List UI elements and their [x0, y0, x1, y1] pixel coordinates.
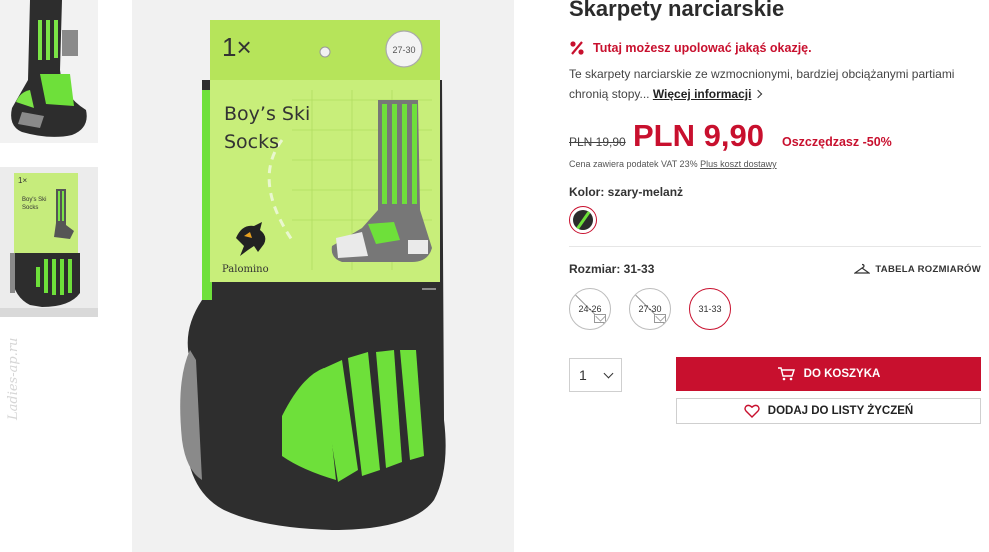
size-option-label: 31-33 [698, 304, 722, 314]
pack-count: 1× [222, 32, 252, 62]
main-product-image[interactable]: 1× 27-30 Boy’s Ski Socks Palomino [132, 0, 514, 552]
watermark-text: Ladies-ap.ru [6, 337, 21, 420]
size-option-27-30[interactable]: 27-30 [629, 288, 671, 330]
size-table-label: TABELA ROZMIARÓW [875, 263, 981, 275]
quantity-value: 1 [579, 367, 587, 383]
color-swatch-szary-melanz[interactable] [569, 206, 597, 234]
size-option-label: 24-26 [578, 304, 602, 314]
envelope-icon [594, 314, 606, 323]
envelope-icon [654, 314, 666, 323]
color-label: Kolor: szary-melanż [569, 185, 684, 199]
product-description: Te skarpety narciarskie ze wzmocnionymi,… [569, 64, 974, 104]
heart-icon [744, 404, 760, 418]
new-price: PLN 9,90 [633, 118, 764, 153]
pack-title-line2: Socks [224, 131, 279, 153]
thumb-pack-count: 1× [18, 176, 27, 185]
cart-icon [777, 367, 795, 381]
thumbnail-sock-pack[interactable]: 1× Boy's Ski Socks [0, 167, 98, 317]
shipping-cost-link[interactable]: Plus koszt dostawy [700, 159, 777, 169]
size-table-link[interactable]: TABELA ROZMIARÓW [854, 263, 981, 275]
color-swatch-fill [573, 210, 593, 230]
sock-pack-thumbnail-image: 1× Boy's Ski Socks [0, 167, 98, 317]
savings-label: Oszczędzasz -50% [782, 135, 892, 149]
chevron-right-icon [754, 89, 763, 99]
sock-pack-main-image: 1× 27-30 Boy’s Ski Socks Palomino [132, 0, 514, 552]
thumbnail-sock-side[interactable] [0, 0, 98, 143]
add-to-wishlist-label: DODAJ DO LISTY ŻYCZEŃ [767, 405, 914, 417]
promo-banner: Tutaj możesz upolować jakąś okazję. [569, 40, 812, 56]
size-option-31-33[interactable]: 31-33 [689, 288, 731, 330]
old-price: PLN 19,90 [569, 135, 626, 149]
size-option-label: 27-30 [638, 304, 662, 314]
chevron-down-icon [603, 368, 614, 378]
thumbnail-selected-indicator [0, 308, 98, 317]
quantity-select[interactable]: 1 [569, 358, 622, 392]
add-to-cart-label: DO KOSZYKA [803, 368, 881, 380]
size-label: Rozmiar: 31-33 [569, 262, 655, 276]
vat-note: Cena zawiera podatek VAT 23% Plus koszt … [569, 159, 777, 169]
pack-size: 27-30 [392, 45, 415, 55]
promo-text: Tutaj możesz upolować jakąś okazję. [593, 41, 812, 55]
description-text: Te skarpety narciarskie ze wzmocnionymi,… [569, 67, 955, 101]
vat-text: Cena zawiera podatek VAT 23% [569, 159, 698, 169]
add-to-cart-button[interactable]: DO KOSZYKA [676, 357, 981, 391]
svg-text:Socks: Socks [22, 205, 38, 211]
pack-title-line1: Boy’s Ski [224, 103, 310, 125]
more-info-link[interactable]: Więcej informacji [653, 87, 752, 101]
percent-icon [570, 41, 584, 55]
svg-text:Boy's Ski: Boy's Ski [22, 197, 47, 203]
hanger-icon [854, 263, 871, 274]
pack-brand: Palomino [222, 264, 269, 275]
size-option-24-26[interactable]: 24-26 [569, 288, 611, 330]
sock-side-thumbnail-image [0, 0, 98, 143]
divider [569, 246, 981, 247]
add-to-wishlist-button[interactable]: DODAJ DO LISTY ŻYCZEŃ [676, 398, 981, 424]
product-title: Skarpety narciarskie [569, 0, 785, 21]
